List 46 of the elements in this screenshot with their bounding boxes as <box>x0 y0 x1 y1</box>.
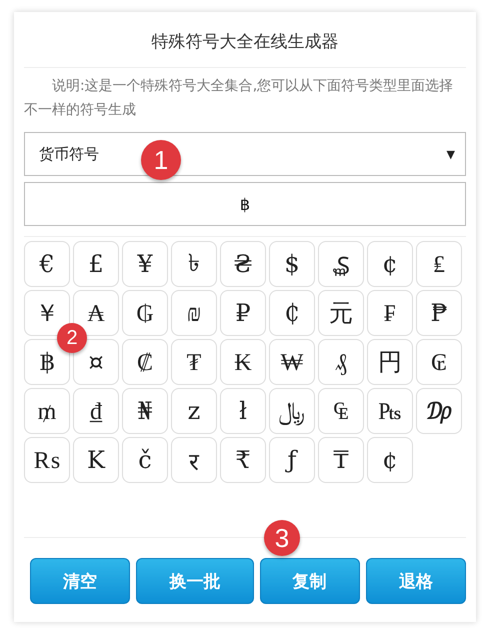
symbol-key[interactable]: ৳ <box>171 241 217 287</box>
symbol-key[interactable]: ₲ <box>122 290 168 336</box>
symbol-key[interactable]: ₧ <box>367 388 413 434</box>
description-text: 说明:这是一个特殊符号大全集合,您可以从下面符号类型里面选择不一样的符号生成 <box>24 77 454 120</box>
symbol-key[interactable]: ﷼ <box>269 388 315 434</box>
symbol-key[interactable]: ₤ <box>416 241 462 287</box>
symbol-key[interactable]: र <box>171 437 217 483</box>
symbol-key[interactable]: ¢ <box>367 437 413 483</box>
symbol-key[interactable]: 円 <box>367 339 413 385</box>
symbol-key[interactable]: ₵ <box>269 290 315 336</box>
symbol-key[interactable]: ₢ <box>416 339 462 385</box>
symbol-key[interactable]: £ <box>73 241 119 287</box>
symbol-key[interactable]: ₭ <box>220 339 266 385</box>
step-badge: 3 <box>264 520 300 556</box>
symbol-key[interactable]: č <box>122 437 168 483</box>
symbol-key[interactable]: ₠ <box>318 388 364 434</box>
symbol-key[interactable]: K <box>73 437 119 483</box>
symbol-key[interactable]: $ <box>269 241 315 287</box>
symbol-key[interactable]: ₩ <box>269 339 315 385</box>
symbol-key[interactable]: ₫ <box>73 388 119 434</box>
step-badge: 1 <box>141 140 181 180</box>
symbol-key[interactable]: 元 <box>318 290 364 336</box>
symbol-key[interactable]: ¤ <box>73 339 119 385</box>
symbol-key[interactable]: ¥ <box>122 241 168 287</box>
symbol-key[interactable]: ₰ <box>318 339 364 385</box>
symbol-key[interactable]: € <box>24 241 70 287</box>
symbol-key[interactable]: ¢ <box>367 241 413 287</box>
symbol-key[interactable]: ƒ <box>269 437 315 483</box>
symbol-key[interactable]: ₦ <box>122 388 168 434</box>
symbol-key[interactable]: ₱ <box>416 290 462 336</box>
symbol-key[interactable]: ₣ <box>367 290 413 336</box>
symbol-key[interactable]: ₸ <box>318 437 364 483</box>
symbol-key[interactable]: ₡ <box>122 339 168 385</box>
symbol-key[interactable]: z <box>171 388 217 434</box>
symbol-key[interactable]: ₨ <box>24 437 70 483</box>
symbol-key[interactable]: ₥ <box>24 388 70 434</box>
output-field[interactable]: ฿ <box>24 182 466 226</box>
symbol-key[interactable]: ₪ <box>171 290 217 336</box>
symbol-key[interactable]: ₯ <box>416 388 462 434</box>
symbol-key[interactable]: ₹ <box>220 437 266 483</box>
symbol-key[interactable]: ₮ <box>171 339 217 385</box>
symbol-key[interactable]: ł <box>220 388 266 434</box>
page-title: 特殊符号大全在线生成器 <box>24 12 466 68</box>
symbol-key[interactable]: ₴ <box>220 241 266 287</box>
symbol-key[interactable]: ₷ <box>318 241 364 287</box>
symbol-key[interactable]: ₽ <box>220 290 266 336</box>
